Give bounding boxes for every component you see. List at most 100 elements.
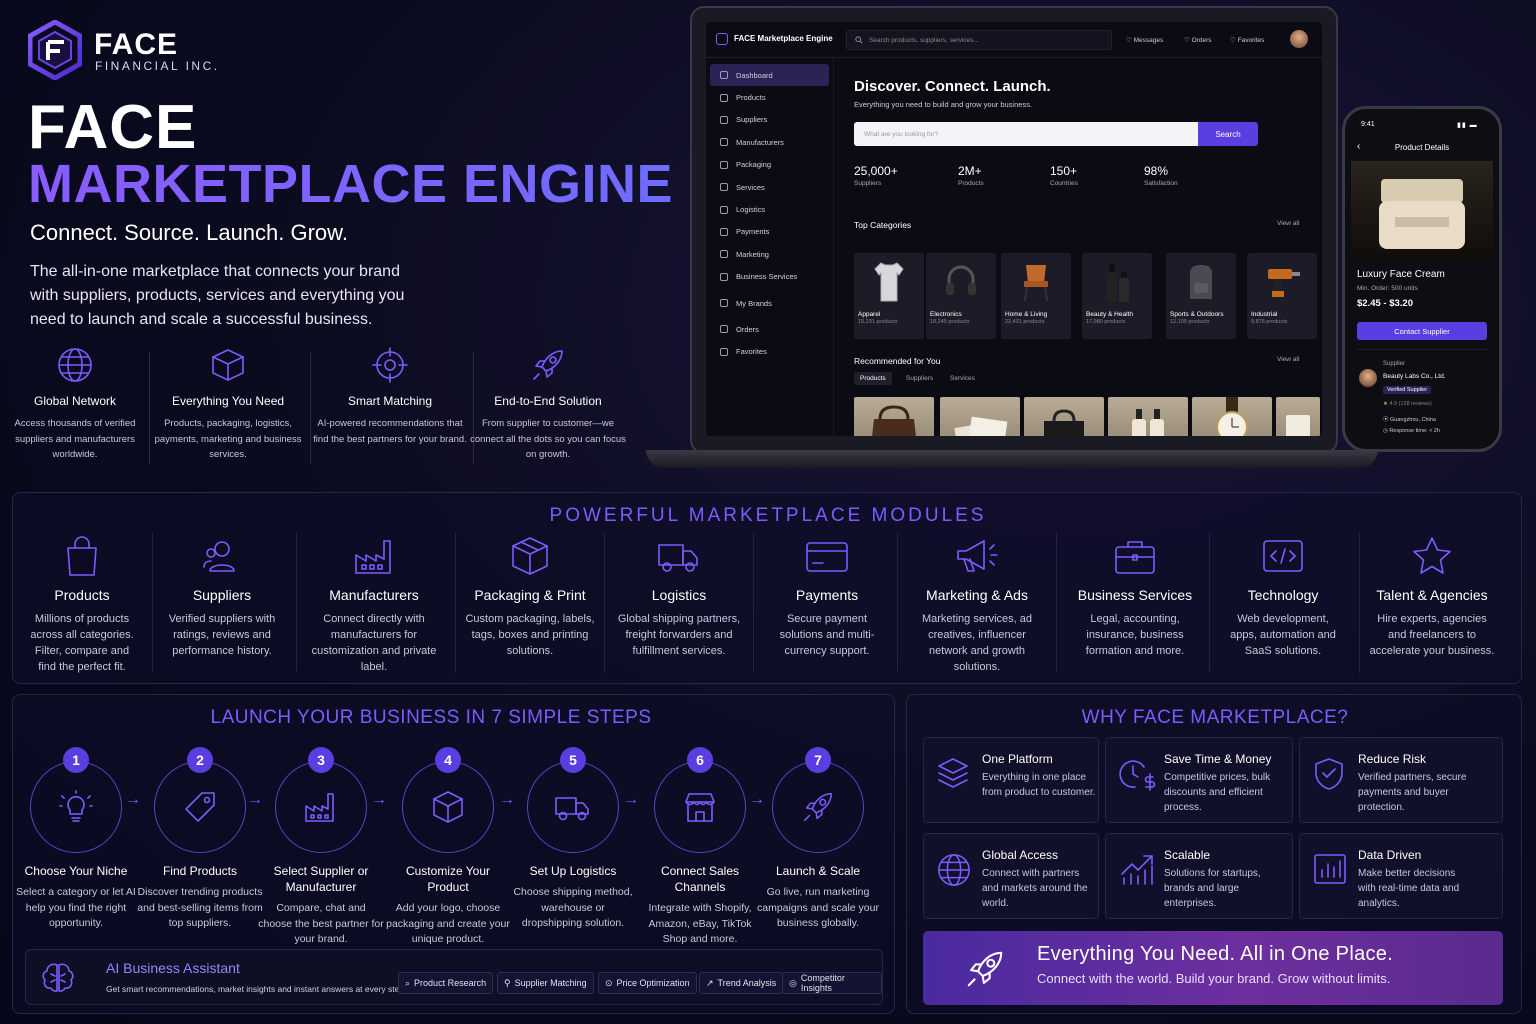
- rec-watch-image[interactable]: [1192, 397, 1272, 436]
- credit-card-icon: [720, 227, 728, 236]
- chip-supplier-matching[interactable]: ⚲ Supplier Matching: [497, 972, 594, 994]
- avatar[interactable]: [1290, 30, 1308, 48]
- module-text: Web development, apps, automation and Sa…: [1230, 613, 1336, 657]
- rec-bottles-image[interactable]: [1108, 397, 1188, 436]
- rec-handbag-image[interactable]: [854, 397, 934, 436]
- category-card[interactable]: Beauty & Health 17,980 products: [1082, 253, 1152, 339]
- module-products[interactable]: Products Millions of products across all …: [27, 535, 137, 675]
- module-manufacturers[interactable]: Manufacturers Connect directly with manuf…: [309, 535, 439, 675]
- module-marketing[interactable]: Marketing & Ads Marketing services, ad cr…: [913, 535, 1041, 675]
- view-all-recommended-link[interactable]: View all: [1277, 356, 1299, 363]
- sidebar-item-orders[interactable]: Orders: [706, 318, 833, 340]
- step-2[interactable]: 2 Find Products Discover trending product…: [137, 743, 263, 932]
- module-packaging[interactable]: Packaging & Print Custom packaging, label…: [465, 535, 595, 659]
- category-count: 12,109 products: [1170, 319, 1210, 325]
- why-card-one-platform[interactable]: One Platform Everything in one place from…: [923, 737, 1099, 823]
- recommended-heading: Recommended for You: [854, 356, 941, 366]
- messages-link[interactable]: ♡ Messages: [1126, 36, 1163, 44]
- steps-title: LAUNCH YOUR BUSINESS IN 7 SIMPLE STEPS: [210, 707, 652, 728]
- target-icon: [372, 347, 408, 383]
- sidebar-item-manufacturers[interactable]: Manufacturers: [706, 131, 833, 153]
- laptop-mockup: FACE Marketplace Engine Search products,…: [690, 6, 1338, 454]
- rec-candle-image[interactable]: [1276, 397, 1320, 436]
- factory-icon: [720, 138, 728, 147]
- chip-label: Competitor Insights: [800, 973, 845, 993]
- rocket-icon: [533, 350, 563, 380]
- module-payments[interactable]: Payments Secure payment solutions and mul…: [771, 535, 883, 659]
- sidebar-item-payments[interactable]: Payments: [706, 221, 833, 243]
- step-5[interactable]: 5 Set Up Logistics Choose shipping method…: [510, 743, 636, 932]
- module-title: Talent & Agencies: [1376, 587, 1488, 603]
- contact-supplier-button[interactable]: Contact Supplier: [1357, 322, 1487, 340]
- category-card[interactable]: Home & Living 22,431 products: [1001, 253, 1071, 339]
- rec-tab-services[interactable]: Services: [944, 372, 981, 385]
- rec-bag-image[interactable]: [1024, 397, 1104, 436]
- module-text: Hire experts, agencies and freelancers t…: [1369, 613, 1495, 657]
- module-technology[interactable]: Technology Web development, apps, automat…: [1225, 535, 1341, 659]
- module-text: Verified suppliers with ratings, reviews…: [168, 613, 276, 657]
- factory-icon: [355, 540, 391, 574]
- step-6[interactable]: 6 Connect Sales Channels Integrate with S…: [637, 743, 763, 948]
- sidebar-item-my-brands[interactable]: My Brands: [706, 292, 833, 314]
- module-title: Technology: [1247, 587, 1319, 603]
- step-1[interactable]: 1 Choose Your Niche Select a category or …: [13, 743, 139, 932]
- sidebar-item-products[interactable]: Products: [706, 86, 833, 108]
- sidebar-item-dashboard[interactable]: Dashboard: [710, 64, 829, 87]
- rec-tab-suppliers[interactable]: Suppliers: [900, 372, 939, 385]
- why-card-reduce-risk[interactable]: Reduce Risk Verified partners, secure pay…: [1299, 737, 1503, 823]
- why-card-scalable[interactable]: Scalable Solutions for startups, brands a…: [1105, 833, 1293, 919]
- why-card-global-access[interactable]: Global Access Connect with partners and m…: [923, 833, 1099, 919]
- sidebar-item-packaging[interactable]: Packaging: [706, 154, 833, 176]
- sidebar-item-suppliers[interactable]: Suppliers: [706, 109, 833, 131]
- sidebar-item-business-services[interactable]: Business Services: [706, 266, 833, 288]
- sidebar-item-favorites[interactable]: Favorites: [706, 341, 833, 363]
- sidebar-item-marketing[interactable]: Marketing: [706, 243, 833, 265]
- rec-tab-products[interactable]: Products: [854, 372, 892, 385]
- step-3[interactable]: 3 Select Supplier or Manufacturer Compare…: [258, 743, 384, 948]
- home-icon: [720, 71, 728, 80]
- category-card[interactable]: Apparel 15,231 products: [854, 253, 924, 339]
- supplier-response: ◷ Response time: < 2h: [1383, 428, 1440, 434]
- module-talent[interactable]: Talent & Agencies Hire experts, agencies …: [1369, 535, 1495, 659]
- supplier-label: Supplier: [1383, 361, 1406, 367]
- search-button[interactable]: Search: [1198, 122, 1258, 146]
- shield-check-icon: [1315, 758, 1343, 790]
- module-logistics[interactable]: Logistics Global shipping partners, freig…: [617, 535, 741, 659]
- chip-price-optimization[interactable]: ⊙ Price Optimization: [598, 972, 697, 994]
- divider: [1359, 533, 1360, 673]
- sidebar-item-services[interactable]: Services: [706, 176, 833, 198]
- chip-competitor-insights[interactable]: ◎ Competitor Insights: [782, 972, 882, 994]
- heart-icon: [720, 347, 728, 356]
- cta-banner[interactable]: Everything You Need. All in One Place. C…: [923, 931, 1503, 1005]
- chip-product-research[interactable]: ⌕ Product Research: [398, 972, 494, 994]
- chip-trend-analysis[interactable]: ↗ Trend Analysis: [699, 972, 784, 994]
- why-card-title: One Platform: [982, 752, 1053, 766]
- category-card[interactable]: Industrial 9,876 products: [1247, 253, 1317, 339]
- why-card-text: Verified partners, secure payments and b…: [1358, 772, 1467, 813]
- view-all-categories-link[interactable]: View all: [1277, 220, 1299, 227]
- module-business-services[interactable]: Business Services Legal, accounting, insu…: [1075, 535, 1195, 659]
- headphones-image: [926, 253, 996, 309]
- orders-link[interactable]: ♡ Orders: [1184, 36, 1212, 44]
- sidebar-item-label: Dashboard: [736, 70, 773, 80]
- step-7[interactable]: 7 Launch & Scale Go live, run marketing c…: [755, 743, 881, 932]
- ai-assistant-bar[interactable]: AI Business Assistant Get smart recommen…: [25, 949, 883, 1005]
- step-text: Compare, chat and choose the best partne…: [258, 902, 384, 945]
- category-card[interactable]: Electronics 18,245 products: [926, 253, 996, 339]
- why-card-save-time[interactable]: Save Time & Money Competitive prices, bul…: [1105, 737, 1293, 823]
- step-4[interactable]: 4 Customize Your Product Add your logo, c…: [385, 743, 511, 948]
- why-card-data-driven[interactable]: Data Driven Make better decisions with re…: [1299, 833, 1503, 919]
- step-text: Add your logo, choose packaging and crea…: [386, 902, 510, 945]
- favorites-label: Favorites: [1237, 37, 1265, 44]
- verified-badge: Verified Supplier: [1383, 386, 1432, 394]
- module-suppliers[interactable]: Suppliers Verified suppliers with ratings…: [165, 535, 279, 659]
- globe-icon: [938, 854, 970, 886]
- step-text: Discover trending products and best-sell…: [137, 886, 263, 929]
- favorites-link[interactable]: ♡ Favorites: [1230, 36, 1264, 44]
- main-search-input[interactable]: What are you looking for?: [854, 122, 1198, 146]
- rec-cards-image[interactable]: [940, 397, 1020, 436]
- products-icon: [720, 93, 728, 102]
- app-search-input[interactable]: Search products, suppliers, services...: [846, 30, 1112, 50]
- category-card[interactable]: Sports & Outdoors 12,109 products: [1166, 253, 1236, 339]
- sidebar-item-logistics[interactable]: Logistics: [706, 198, 833, 220]
